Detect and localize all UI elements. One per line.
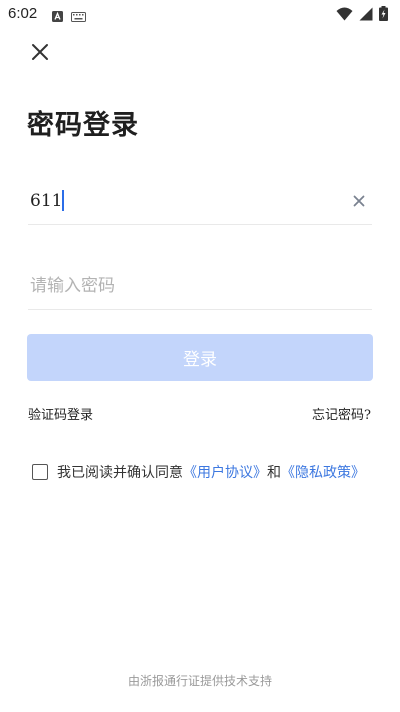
notification-a-icon (52, 7, 63, 26)
forgot-password-link[interactable]: 忘记密码? (312, 404, 371, 423)
keyboard-icon (71, 7, 86, 26)
clear-account-button[interactable] (348, 190, 370, 212)
agreement-checkbox[interactable] (32, 464, 48, 480)
user-agreement-link[interactable]: 《用户协议》 (183, 462, 267, 482)
close-button[interactable] (26, 40, 54, 68)
account-input[interactable] (28, 181, 348, 221)
page-title: 密码登录 (27, 110, 139, 141)
status-left-icons (52, 7, 86, 26)
login-button[interactable]: 登录 (27, 334, 373, 381)
agreement-row: 我已阅读并确认同意 《用户协议》 和 《隐私政策》 (32, 462, 365, 482)
signal-icon (359, 6, 373, 25)
wifi-icon (336, 6, 353, 25)
password-input[interactable] (28, 266, 372, 306)
password-field-row (28, 263, 372, 310)
status-time: 6:02 (8, 5, 38, 22)
close-icon (31, 43, 49, 65)
privacy-policy-link[interactable]: 《隐私政策》 (281, 462, 365, 482)
status-bar: 6:02 (0, 0, 400, 28)
sms-login-link[interactable]: 验证码登录 (28, 404, 93, 423)
clear-icon (353, 192, 365, 211)
battery-charging-icon (379, 6, 388, 25)
agreement-text: 我已阅读并确认同意 (57, 465, 183, 481)
status-right-icons (336, 6, 388, 25)
account-field-row (28, 178, 372, 225)
agreement-conjunction: 和 (267, 465, 281, 481)
footer-support-text: 由浙报通行证提供技术支持 (127, 674, 272, 688)
text-caret (62, 190, 64, 211)
